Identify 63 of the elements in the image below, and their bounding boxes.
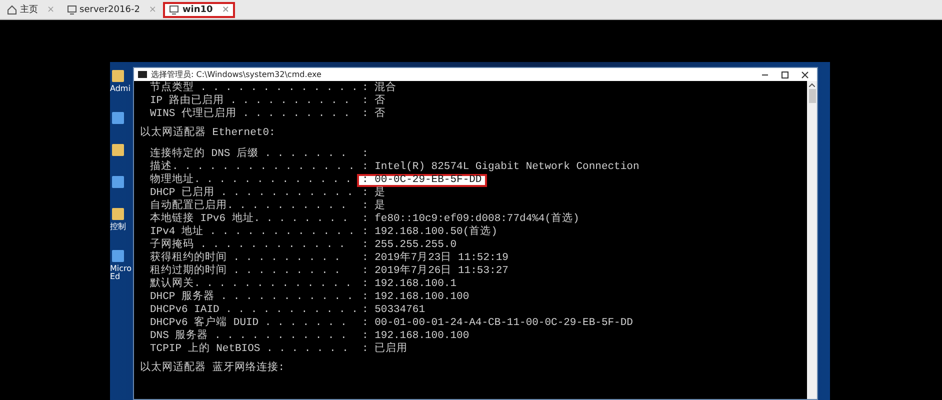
console-value: : 是 — [361, 187, 387, 200]
console-label: 本地链接 IPv6 地址. . . . . . . . — [150, 213, 348, 225]
monitor-icon — [66, 4, 77, 14]
console-label: IP 路由已启用 . . . . . . . . . . — [150, 95, 350, 107]
window-title: 选择管理员: C:\Windows\system32\cmd.exe — [151, 69, 322, 80]
console-label: DHCP 服务器 . . . . . . . . . . . — [150, 291, 354, 304]
scroll-thumb[interactable] — [808, 89, 816, 103]
console-value: : Intel(R) 82574L Gigabit Network Connection — [361, 161, 640, 174]
console-value: : 2019年7月26日 11:53:27 — [361, 265, 510, 278]
desktop-icon[interactable] — [110, 110, 126, 126]
console-value: : 00-01-00-01-24-A4-CB-11-00-0C-29-EB-5F-DD — [361, 317, 634, 330]
desktop-icon[interactable] — [110, 248, 126, 264]
console-label: 连接特定的 DNS 后缀 . . . . . . . — [150, 148, 347, 160]
browser-tab[interactable]: server2016-2 × — [62, 2, 162, 18]
console-label: WINS 代理已启用 . . . . . . . . . — [150, 108, 350, 121]
console-value: : fe80::10c9:ef09:d008:77d4%4(首选) — [361, 213, 580, 225]
console-label: 节点类型 . . . . . . . . . . . . . — [150, 82, 358, 94]
console-value: : 是 — [361, 200, 387, 213]
desktop-icon-label: Admi — [110, 85, 132, 94]
tab-label: win10 — [182, 4, 213, 14]
console-value: : 2019年7月23日 11:52:19 — [361, 252, 510, 264]
scroll-up-icon[interactable] — [809, 83, 815, 87]
console-value: : 否 — [361, 95, 387, 108]
tab-label: 主页 — [20, 4, 38, 16]
console-label: 描述. . . . . . . . . . . . . . . — [150, 161, 355, 173]
console-value: : 混合 — [361, 82, 398, 94]
console-heading: 以太网适配器 蓝牙网络连接: — [140, 362, 286, 375]
console-label: 物理地址. . . . . . . . . . . . . — [150, 174, 352, 186]
console-label: 默认网关. . . . . . . . . . . . . — [150, 278, 352, 290]
scrollbar[interactable] — [807, 81, 817, 399]
console-value: : 已启用 — [361, 343, 409, 356]
console-value: : 00-0C-29-EB-5F-DD — [357, 174, 487, 187]
console-label: 自动配置已启用. . . . . . . . . . — [150, 200, 347, 212]
home-icon — [7, 4, 17, 14]
browser-tab[interactable]: 主页 × — [2, 2, 60, 18]
console-label: IPv4 地址 . . . . . . . . . . . . — [150, 226, 355, 238]
tab-label: server2016-2 — [80, 4, 140, 14]
console-label: DNS 服务器 . . . . . . . . . . . — [150, 330, 347, 342]
console-label: DHCP 已启用 . . . . . . . . . . . — [150, 187, 354, 199]
console-value: : 192.168.100.50(首选) — [361, 226, 498, 239]
console-value: : 192.168.100.1 — [361, 278, 458, 291]
desktop-icon[interactable] — [110, 174, 126, 190]
console-label: TCPIP 上的 NetBIOS . . . . . . . — [150, 343, 348, 356]
console-label: DHCPv6 客户端 DUID . . . . . . . — [150, 317, 347, 330]
browser-tab[interactable]: win10 × — [163, 2, 236, 18]
console-heading: 以太网适配器 Ethernet0: — [140, 127, 276, 140]
console-label: 租约过期的时间 . . . . . . . . . — [150, 265, 340, 277]
console-value: : 否 — [361, 108, 387, 121]
terminal-icon — [138, 71, 147, 78]
console-label: 获得租约的时间 . . . . . . . . . — [150, 252, 340, 264]
console-value: : 50334761 — [361, 304, 426, 317]
desktop-icon-label: Micro Ed — [110, 264, 133, 282]
console-label: 子网掩码 . . . . . . . . . . . . — [150, 239, 346, 251]
desktop-icon[interactable] — [110, 68, 126, 84]
console-value: : — [361, 148, 370, 161]
desktop-icon[interactable] — [110, 206, 126, 222]
desktop-icon[interactable] — [110, 142, 126, 158]
desktop-icon-label: 控制 — [110, 222, 127, 232]
monitor-icon — [169, 4, 180, 14]
console-label: DHCPv6 IAID . . . . . . . . . . . — [150, 304, 358, 316]
console-value: : 192.168.100.100 — [361, 291, 470, 304]
console-value: : 192.168.100.100 — [361, 330, 470, 342]
console-value: : 255.255.255.0 — [361, 239, 458, 252]
